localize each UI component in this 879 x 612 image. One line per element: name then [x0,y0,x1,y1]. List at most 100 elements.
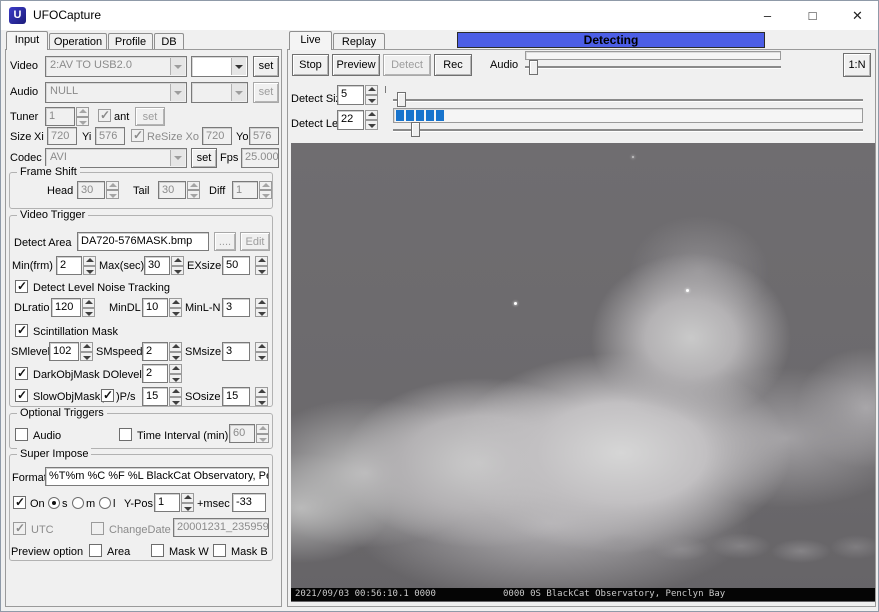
ypos-spinner[interactable] [181,493,194,512]
slowobjmask-checkbox[interactable] [15,389,28,402]
dlratio-field[interactable]: 120 [51,298,81,317]
tab-operation[interactable]: Operation [49,33,107,50]
exsize-field[interactable]: 50 [222,256,250,275]
video-preview[interactable]: 2021/09/03 00:56:10.1 0000 0000 0S Black… [291,143,875,602]
dolevel-spinner[interactable] [169,364,182,383]
smsize-spinner[interactable] [255,342,268,361]
min-frm-spinner[interactable] [83,256,96,275]
audio-slider-thumb[interactable] [529,60,538,75]
star-dot [686,289,689,292]
minln-field[interactable]: 3 [222,298,250,317]
max-sec-field[interactable]: 30 [144,256,170,275]
smlevel-field[interactable]: 102 [49,342,79,361]
chevron-down-icon [170,150,185,166]
smspeed-label: SMspeed [96,346,142,358]
tab-replay[interactable]: Replay [333,33,385,50]
detect-size-spinner[interactable] [365,85,378,105]
video-overlay-bar: 2021/09/03 00:56:10.1 0000 0000 0S Black… [291,588,875,601]
minln-spinner[interactable] [255,298,268,317]
ps-spinner[interactable] [169,387,182,406]
slider-tick [385,86,386,93]
detect-lev-field[interactable]: 22 [337,110,364,130]
max-sec-label: Max(sec) [99,260,144,272]
audio-device-value: NULL [50,85,78,97]
time-interval-checkbox[interactable] [119,428,132,441]
title-bar[interactable]: U UFOCapture – □ ✕ [1,1,878,30]
max-sec-spinner[interactable] [171,256,184,275]
radio-l[interactable] [99,497,111,509]
video-set-button[interactable]: set [253,56,279,77]
audio-trigger-checkbox[interactable] [15,428,28,441]
smspeed-field[interactable]: 2 [142,342,168,361]
smspeed-spinner[interactable] [169,342,182,361]
detect-area-edit-button: Edit [240,232,270,251]
head-label: Head [47,185,73,197]
radio-s[interactable] [48,497,60,509]
preview-button[interactable]: Preview [332,54,380,76]
exsize-spinner[interactable] [255,256,268,275]
size-label: Size [10,131,31,143]
mindl-spinner[interactable] [169,298,182,317]
chevron-down-icon [170,84,185,101]
ratio-button[interactable]: 1:N [843,53,871,77]
close-button[interactable]: ✕ [835,1,879,30]
tab-db[interactable]: DB [154,33,184,50]
smlevel-spinner[interactable] [80,342,93,361]
stop-button[interactable]: Stop [292,54,329,76]
maximize-button[interactable]: □ [790,1,835,30]
star-dot [514,302,517,305]
codec-set-button[interactable]: set [191,148,217,168]
superimpose-on-checkbox[interactable] [13,496,26,509]
chevron-down-icon[interactable] [231,58,246,75]
format-label: Format [12,472,47,484]
detect-lev-slider-track[interactable] [393,129,863,131]
rec-button[interactable]: Rec [434,54,472,76]
ufocapture-window: U UFOCapture – □ ✕ Input Operation Profi… [0,0,879,612]
audio-slider-track[interactable] [525,66,781,68]
detect-size-slider-track[interactable] [393,99,863,101]
detect-size-field[interactable]: 5 [337,85,364,105]
mindl-field[interactable]: 10 [142,298,168,317]
ps-field[interactable]: 15 [142,387,168,406]
sosize-field[interactable]: 15 [222,387,250,406]
area-checkbox[interactable] [89,544,102,557]
changedate-field: 20001231_235959 [173,518,269,537]
utc-checkbox [13,522,26,535]
detect-size-slider-thumb[interactable] [397,92,406,107]
minimize-button[interactable]: – [745,1,790,30]
detect-lev-spinner[interactable] [365,110,378,130]
maskb-checkbox[interactable] [213,544,226,557]
resize-checkbox [131,129,144,142]
tab-live[interactable]: Live [289,31,332,50]
meter-segment [396,110,404,121]
noise-tracking-checkbox[interactable] [15,280,28,293]
time-interval-spinner [256,424,269,443]
dlratio-spinner[interactable] [82,298,95,317]
smsize-field[interactable]: 3 [222,342,250,361]
tab-input[interactable]: Input [6,31,48,50]
tail-spinner [187,181,200,199]
slowobjmask-ps-checkbox[interactable] [101,389,114,402]
tab-profile[interactable]: Profile [108,33,153,50]
ypos-field[interactable]: 1 [154,493,180,512]
detect-area-field[interactable]: DA720-576MASK.bmp [77,232,209,251]
detect-lev-slider-thumb[interactable] [411,122,420,137]
codec-combo: AVI [45,148,187,168]
maskw-checkbox[interactable] [151,544,164,557]
video-channel-combo[interactable] [191,56,248,77]
frame-shift-title: Frame Shift [17,166,80,178]
msec-field[interactable]: -33 [232,493,266,512]
audio-label: Audio [10,86,38,98]
dolevel-field[interactable]: 2 [142,364,168,383]
smlevel-label: SMlevel [11,346,50,358]
scintillation-checkbox[interactable] [15,324,28,337]
changedate-label: ChangeDate [109,524,171,536]
darkobjmask-checkbox[interactable] [15,367,28,380]
min-frm-field[interactable]: 2 [56,256,82,275]
sosize-spinner[interactable] [255,387,268,406]
noise-tracking-label: Detect Level Noise Tracking [33,282,170,294]
radio-m[interactable] [72,497,84,509]
head-spinner [106,181,119,199]
audio-set-button: set [253,82,279,103]
format-field[interactable]: %T%m %C %F %L BlackCat Observatory, Pen [45,467,269,486]
